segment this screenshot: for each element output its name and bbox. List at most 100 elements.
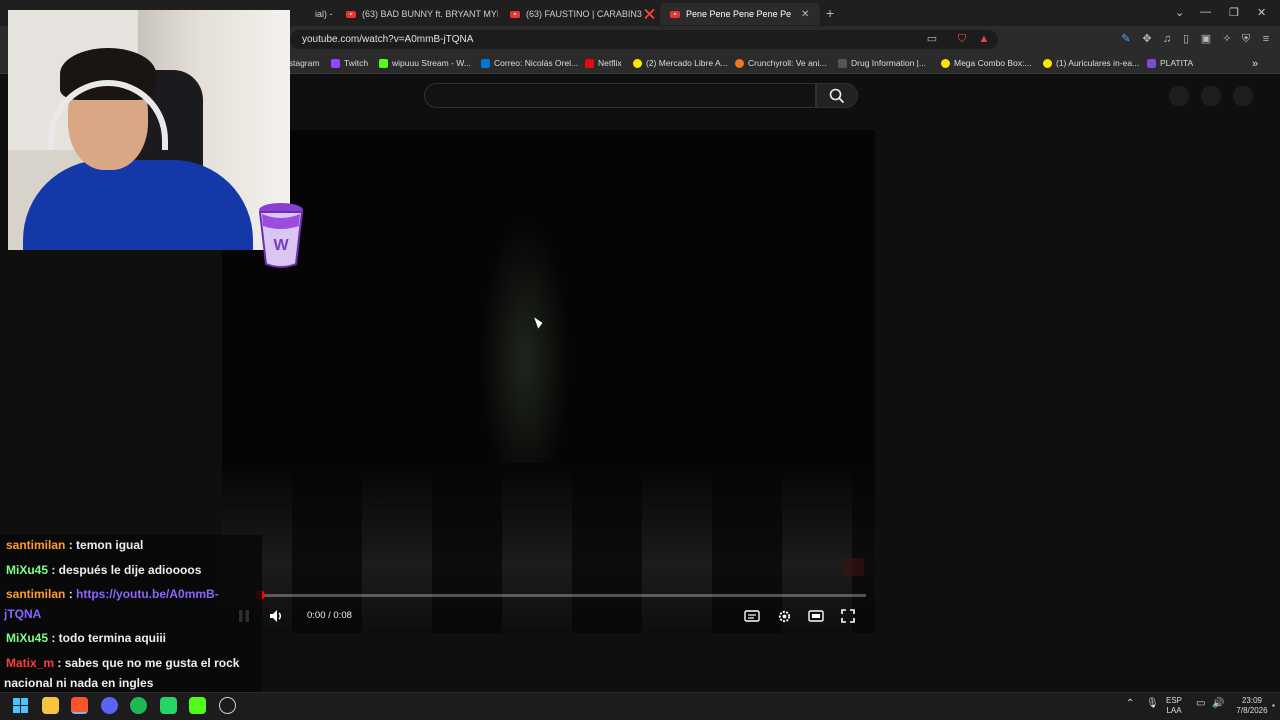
- crunchyroll-icon: [735, 58, 744, 68]
- wallet-icon[interactable]: ▣: [1200, 33, 1212, 45]
- obs-icon[interactable]: [219, 697, 236, 714]
- chat-text: :: [65, 587, 77, 601]
- bookmark-correo[interactable]: Correo: Nicolás Orel...: [481, 58, 578, 68]
- progress-bar[interactable]: [260, 594, 866, 597]
- chat-link-continued[interactable]: jTQNA: [4, 607, 41, 621]
- extension-icon[interactable]: ✎: [1120, 33, 1132, 45]
- bookmark-platita[interactable]: PLATITA: [1147, 58, 1193, 68]
- bookmark-label: (1) Auriculares in-ea...: [1056, 58, 1140, 68]
- bookmark-mega-combo[interactable]: Mega Combo Box:...: [941, 58, 1031, 68]
- youtube-icon: [510, 10, 520, 18]
- brave-shield-icon[interactable]: ⛉: [956, 33, 968, 45]
- bookmark-twitch[interactable]: Twitch: [331, 58, 368, 68]
- minimize-button[interactable]: —: [1200, 6, 1211, 18]
- bookmark-label: Correo: Nicolás Orel...: [494, 58, 579, 68]
- bookmark-wipuuu[interactable]: wipuuu Stream - W...: [379, 58, 471, 68]
- bookmark-label: PLATITA: [1160, 58, 1194, 68]
- theater-mode-button[interactable]: [807, 607, 825, 625]
- mercadolibre-icon: [941, 58, 950, 68]
- volume-button[interactable]: [268, 607, 286, 625]
- webcam-overlay: [8, 10, 290, 250]
- tab-bad-bunny[interactable]: (63) BAD BUNNY ft. BRYANT MYERS: [336, 3, 498, 25]
- language-indicator[interactable]: ESP LAA: [1166, 696, 1182, 716]
- bookmark-netflix[interactable]: Netflix: [585, 58, 622, 68]
- search-icon: [829, 88, 845, 104]
- gear-icon: [778, 610, 790, 622]
- restore-button[interactable]: ❐: [1229, 6, 1239, 19]
- avatar[interactable]: [1233, 86, 1253, 106]
- new-tab-button[interactable]: +: [826, 5, 834, 21]
- chevron-down-icon[interactable]: ⌄: [1175, 6, 1184, 19]
- bookmark-label: (2) Mercado Libre A...: [646, 58, 728, 68]
- create-button[interactable]: [1169, 86, 1189, 106]
- netflix-icon: [585, 58, 594, 68]
- music-icon[interactable]: ♫: [1161, 33, 1173, 45]
- tab-active[interactable]: Pene Pene Pene Pene Pene Pe ✕: [660, 3, 820, 25]
- purple-cup-emote-icon: W: [258, 203, 304, 268]
- keyboard-layout: LAA: [1166, 706, 1182, 715]
- more-bookmarks-icon[interactable]: »: [1252, 58, 1258, 70]
- speaker-icon[interactable]: 🔊: [1212, 699, 1224, 709]
- tab-label: (63) BAD BUNNY ft. BRYANT MYERS: [362, 9, 498, 19]
- subtitles-button[interactable]: [743, 607, 761, 625]
- file-explorer-icon[interactable]: [42, 697, 59, 714]
- chat-link[interactable]: https://youtu.be/A0mmB-: [76, 587, 219, 601]
- leo-icon[interactable]: ✧: [1221, 33, 1233, 45]
- search-button[interactable]: [816, 83, 858, 108]
- bookmark-mercadolibre[interactable]: (2) Mercado Libre A...: [633, 58, 728, 68]
- menu-icon[interactable]: ≡: [1260, 33, 1272, 45]
- folder-icon: [1147, 58, 1156, 68]
- youtube-icon: [670, 10, 680, 18]
- mercadolibre-icon: [1043, 58, 1052, 68]
- notification-icon[interactable]: ▪: [1272, 701, 1275, 711]
- chat-text: : después le dije adioooos: [48, 563, 202, 577]
- channel-watermark-icon[interactable]: [842, 558, 864, 576]
- vpn-icon[interactable]: ⛨: [1240, 33, 1252, 45]
- video-player[interactable]: [222, 130, 875, 633]
- tab-faustino[interactable]: (63) FAUSTINO | CARABIN3 ❌ BLESS: [500, 3, 658, 25]
- puzzle-icon[interactable]: ✥: [1141, 33, 1153, 45]
- tab-label: ial) - Yo: [315, 9, 335, 19]
- bookmark-drug-info[interactable]: Drug Information |...: [838, 58, 926, 68]
- kick-icon: [379, 58, 388, 68]
- whatsapp-icon[interactable]: [160, 697, 177, 714]
- chat-message: MiXu45 : todo termina aquiii: [6, 631, 166, 645]
- tab-partial[interactable]: ial) - Yo: [305, 3, 335, 25]
- chevron-up-icon[interactable]: ⌃: [1126, 699, 1134, 709]
- chat-text: : todo termina aquiii: [48, 631, 167, 645]
- chat-username: santimilan: [6, 587, 66, 601]
- brave-browser-icon[interactable]: [71, 697, 88, 714]
- brave-rewards-icon[interactable]: ▲: [978, 33, 990, 45]
- volume-icon: [270, 610, 282, 622]
- kick-icon[interactable]: [189, 697, 206, 714]
- chat-username: santimilan: [6, 538, 66, 552]
- sidebar-icon[interactable]: ▯: [1180, 33, 1192, 45]
- svg-text:W: W: [273, 237, 289, 254]
- outlook-icon: [481, 58, 490, 68]
- settings-button[interactable]: [775, 607, 793, 625]
- time-display: 0:00 / 0:08: [307, 610, 352, 621]
- chat-text: : temon igual: [65, 538, 144, 552]
- chat-message: santimilan : temon igual: [6, 538, 143, 552]
- windows-logo-icon: [13, 698, 28, 713]
- close-window-button[interactable]: ✕: [1257, 6, 1266, 19]
- discord-icon[interactable]: [101, 697, 118, 714]
- bookmark-label: Twitch: [344, 58, 369, 68]
- bookmark-auriculares[interactable]: (1) Auriculares in-ea...: [1043, 58, 1139, 68]
- bookmark-crunchyroll[interactable]: Crunchyroll: Ve ani...: [735, 58, 826, 68]
- microphone-icon[interactable]: 🎙: [1146, 699, 1159, 709]
- clock-date: 7/8/2026: [1236, 706, 1268, 715]
- close-tab-icon[interactable]: ✕: [801, 9, 809, 20]
- cast-icon[interactable]: ▭: [926, 33, 938, 45]
- youtube-icon: [346, 10, 356, 18]
- network-icon[interactable]: ▭: [1196, 699, 1205, 709]
- windows-start-icon[interactable]: [12, 697, 29, 714]
- page-icon: [838, 58, 847, 68]
- spotify-icon[interactable]: [130, 697, 147, 714]
- search-input[interactable]: [424, 83, 816, 108]
- clock[interactable]: 23:09 7/8/2026: [1231, 696, 1273, 716]
- twitch-icon: [331, 58, 340, 68]
- subtitles-icon: [744, 610, 760, 622]
- fullscreen-button[interactable]: [839, 607, 857, 625]
- notifications-button[interactable]: [1201, 86, 1221, 106]
